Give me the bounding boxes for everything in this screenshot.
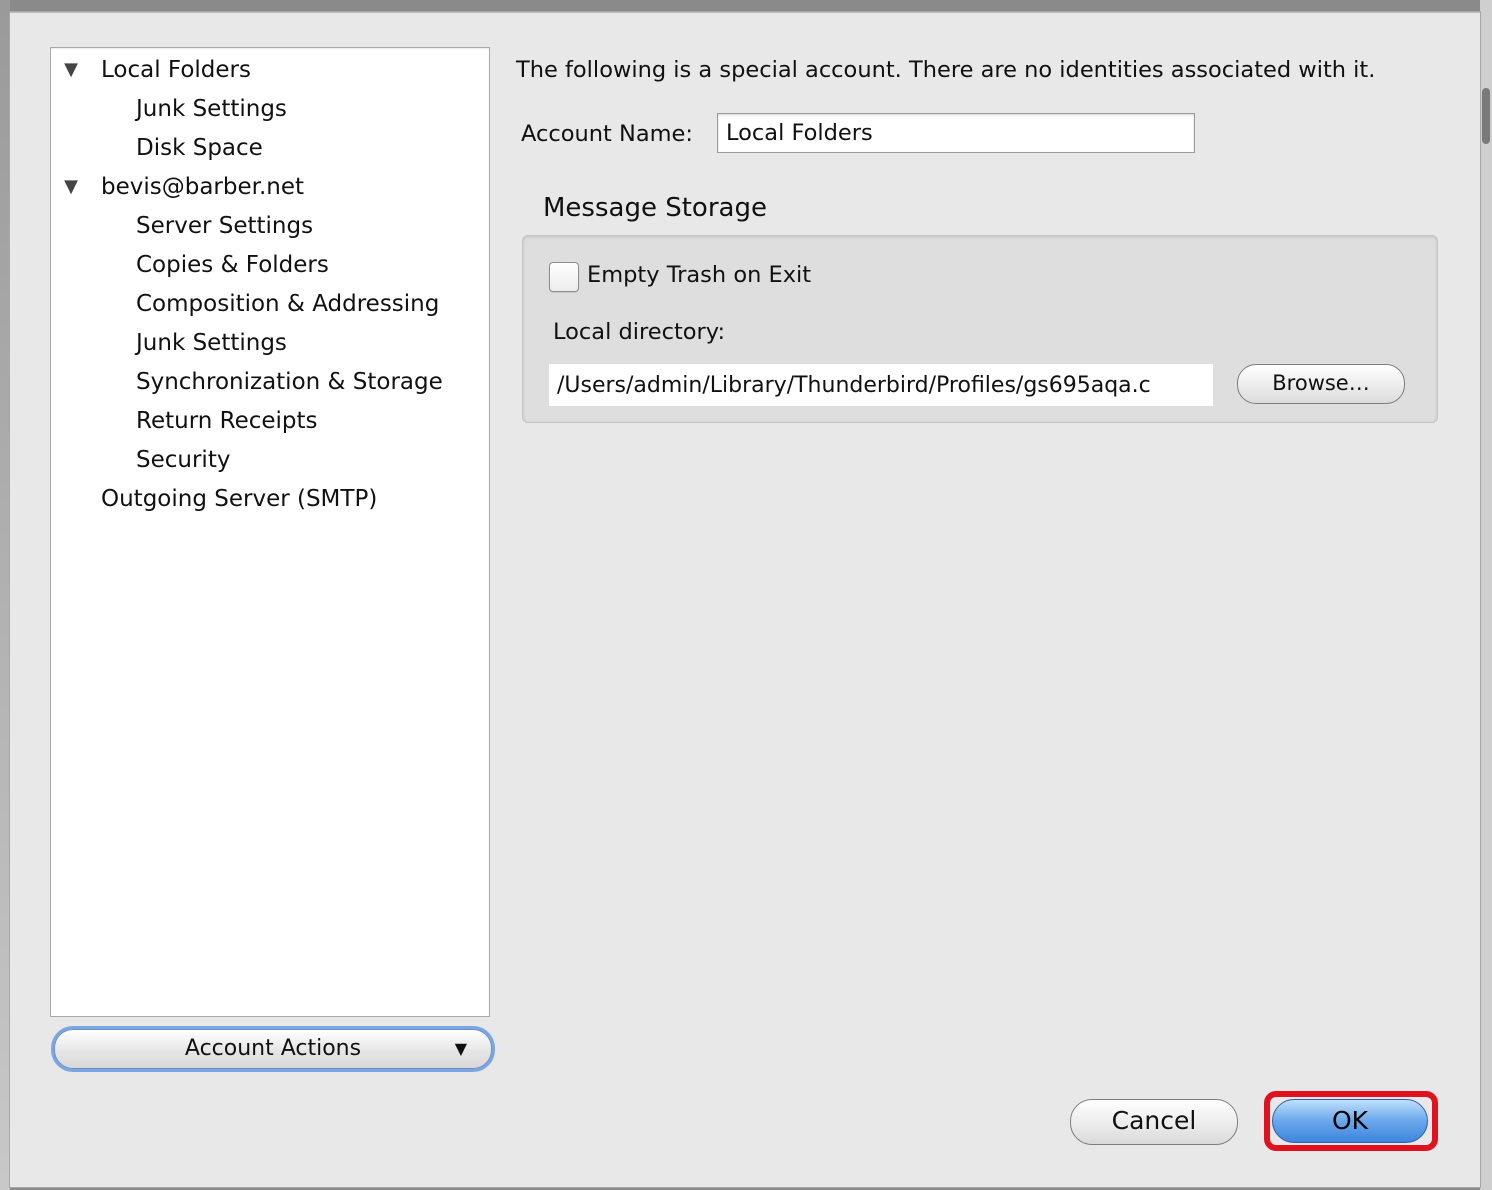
tree-item-junk-settings[interactable]: Junk Settings	[51, 91, 489, 127]
tree-item-label: Composition & Addressing	[136, 291, 440, 317]
chevron-down-icon: ▼	[454, 1039, 467, 1058]
tree-item-label: Copies & Folders	[136, 252, 329, 278]
disclosure-triangle-icon[interactable]: ▼	[61, 169, 81, 205]
tree-item-label: Junk Settings	[136, 330, 287, 356]
disclosure-triangle-icon[interactable]: ▼	[61, 52, 81, 88]
tree-item-label: bevis@barber.net	[101, 174, 305, 200]
account-actions-label: Account Actions	[184, 1036, 362, 1061]
tree-item-account[interactable]: ▼ bevis@barber.net	[51, 169, 489, 205]
account-actions-button[interactable]: Account Actions ▼	[54, 1029, 492, 1069]
tree-item-label: Security	[136, 447, 231, 473]
account-name-label: Account Name:	[521, 121, 693, 147]
empty-trash-checkbox[interactable]	[549, 262, 579, 292]
tree-item-label: Outgoing Server (SMTP)	[101, 486, 378, 512]
scrollbar-thumb	[1482, 88, 1490, 144]
tree-item-return-receipts[interactable]: Return Receipts	[51, 403, 489, 439]
browse-button[interactable]: Browse…	[1237, 364, 1405, 404]
tree-item-composition-addressing[interactable]: Composition & Addressing	[51, 286, 489, 322]
tree-item-disk-space[interactable]: Disk Space	[51, 130, 489, 166]
tree-item-synchronization-storage[interactable]: Synchronization & Storage	[51, 364, 489, 400]
tree-item-copies-folders[interactable]: Copies & Folders	[51, 247, 489, 283]
intro-text: The following is a special account. Ther…	[516, 57, 1376, 83]
tree-item-label: Local Folders	[101, 57, 251, 83]
tree-item-security[interactable]: Security	[51, 442, 489, 478]
empty-trash-label[interactable]: Empty Trash on Exit	[587, 262, 811, 288]
tree-item-junk-settings-account[interactable]: Junk Settings	[51, 325, 489, 361]
account-name-field[interactable]	[717, 113, 1195, 153]
account-settings-dialog: ▼ Local Folders Junk Settings Disk Space…	[10, 12, 1480, 1187]
tree-item-label: Disk Space	[136, 135, 263, 161]
cancel-button[interactable]: Cancel	[1070, 1099, 1238, 1145]
tree-item-label: Junk Settings	[136, 96, 287, 122]
background-window-edge	[0, 0, 10, 1190]
message-storage-group: Empty Trash on Exit Local directory: Bro…	[522, 235, 1438, 423]
local-directory-label: Local directory:	[553, 319, 726, 345]
account-tree: ▼ Local Folders Junk Settings Disk Space…	[50, 47, 490, 1017]
tree-item-label: Server Settings	[136, 213, 314, 239]
background-scrollbar	[1480, 0, 1492, 1190]
ok-button[interactable]: OK	[1272, 1099, 1428, 1143]
tree-item-local-folders[interactable]: ▼ Local Folders	[51, 52, 489, 88]
tree-item-label: Synchronization & Storage	[136, 369, 443, 395]
local-directory-field[interactable]	[549, 364, 1213, 406]
tree-item-outgoing-server[interactable]: Outgoing Server (SMTP)	[51, 481, 489, 517]
tree-item-server-settings[interactable]: Server Settings	[51, 208, 489, 244]
message-storage-title: Message Storage	[543, 193, 767, 223]
tree-item-label: Return Receipts	[136, 408, 318, 434]
